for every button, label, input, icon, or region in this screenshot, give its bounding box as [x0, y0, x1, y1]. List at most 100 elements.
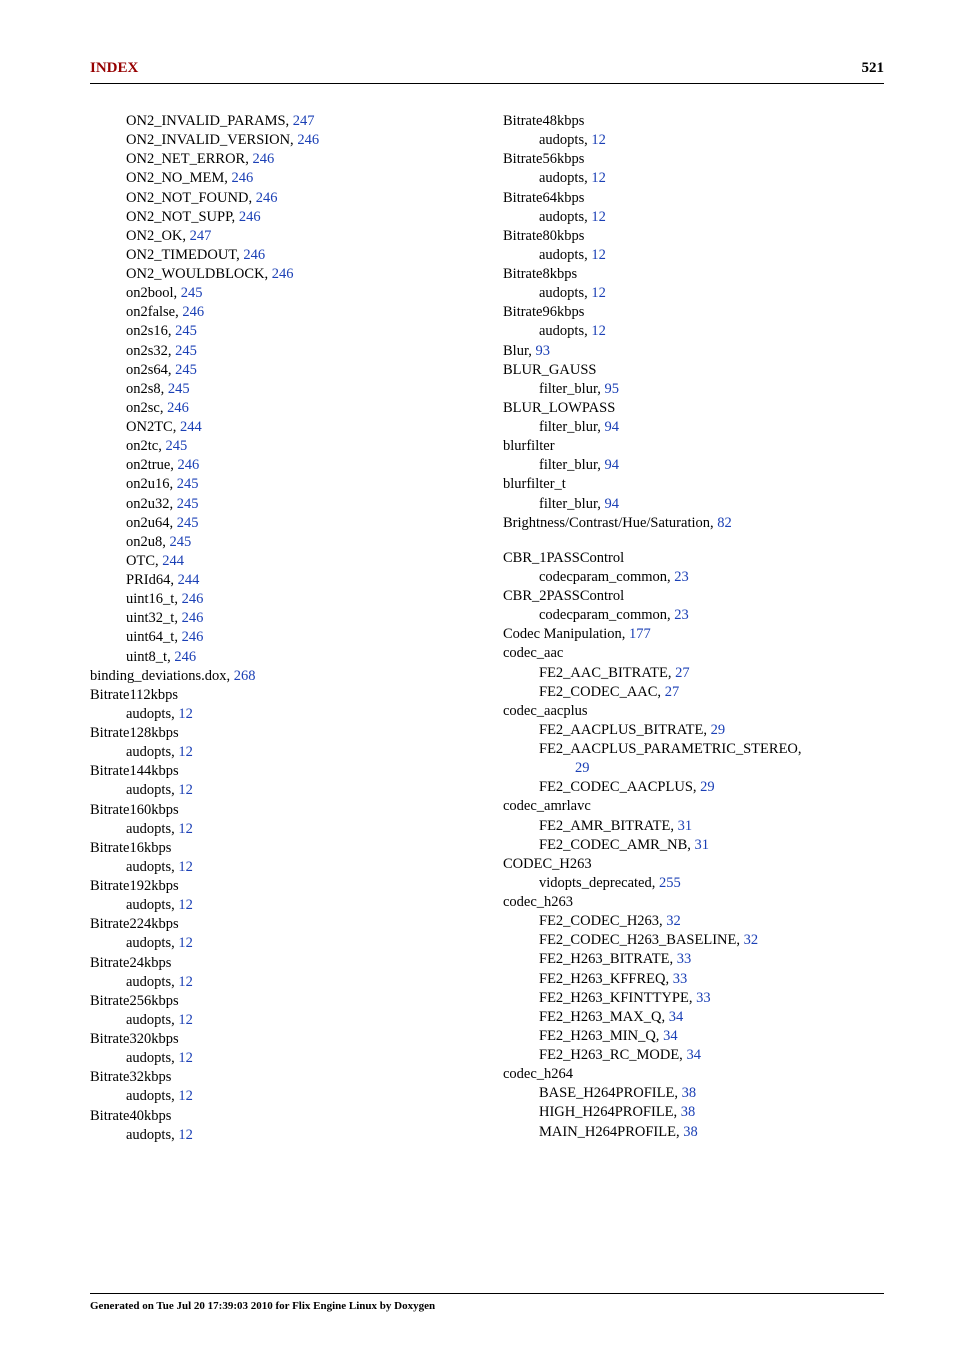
index-page-link[interactable]: 27: [675, 665, 690, 681]
index-entry: audopts, 12: [90, 781, 471, 800]
index-page-link[interactable]: 94: [604, 419, 619, 435]
index-entry: FE2_CODEC_AAC, 27: [503, 683, 884, 702]
index-entry: FE2_H263_RC_MODE, 34: [503, 1046, 884, 1065]
index-entry: on2sc, 246: [90, 399, 471, 418]
index-page-link[interactable]: 29: [575, 760, 590, 776]
index-page-link[interactable]: 247: [293, 113, 315, 129]
index-entry: FE2_H263_KFFREQ, 33: [503, 970, 884, 989]
index-page-link[interactable]: 38: [683, 1124, 698, 1140]
index-page-link[interactable]: 255: [659, 875, 681, 891]
index-page-link[interactable]: 244: [180, 419, 202, 435]
index-page-link[interactable]: 12: [178, 782, 193, 798]
index-page-link[interactable]: 246: [232, 170, 254, 186]
index-page-link[interactable]: 31: [678, 818, 693, 834]
index-page-link[interactable]: 177: [629, 626, 651, 642]
page: INDEX 521 ON2_INVALID_PARAMS, 247ON2_INV…: [0, 0, 954, 1350]
index-page-link[interactable]: 246: [182, 629, 204, 645]
index-page-link[interactable]: 94: [604, 496, 619, 512]
index-page-link[interactable]: 245: [175, 362, 197, 378]
index-page-link[interactable]: 246: [272, 266, 294, 282]
index-page-link[interactable]: 246: [174, 649, 196, 665]
index-page-link[interactable]: 245: [177, 496, 199, 512]
index-page-link[interactable]: 12: [178, 859, 193, 875]
index-page-link[interactable]: 38: [681, 1104, 696, 1120]
index-page-link[interactable]: 246: [182, 304, 204, 320]
index-term: FE2_H263_KFFREQ,: [539, 971, 673, 987]
index-page-link[interactable]: 38: [682, 1085, 697, 1101]
index-page-link[interactable]: 12: [178, 821, 193, 837]
index-entry: Bitrate56kbps: [503, 150, 884, 169]
index-page-link[interactable]: 245: [175, 323, 197, 339]
index-entry: on2true, 246: [90, 456, 471, 475]
index-page-link[interactable]: 27: [665, 684, 680, 700]
index-page-link[interactable]: 12: [591, 170, 606, 186]
index-page-link[interactable]: 34: [669, 1009, 684, 1025]
index-entry: codec_h263: [503, 893, 884, 912]
index-page-link[interactable]: 32: [744, 932, 759, 948]
index-term: audopts,: [126, 821, 178, 837]
index-page-link[interactable]: 246: [243, 247, 265, 263]
index-term: Bitrate144kbps: [90, 763, 179, 779]
index-page-link[interactable]: 246: [239, 209, 261, 225]
index-page-link[interactable]: 246: [297, 132, 319, 148]
index-page-link[interactable]: 33: [677, 951, 692, 967]
index-page-link[interactable]: 12: [591, 247, 606, 263]
index-page-link[interactable]: 95: [604, 381, 619, 397]
index-page-link[interactable]: 245: [175, 343, 197, 359]
index-page-link[interactable]: 245: [177, 476, 199, 492]
index-page-link[interactable]: 12: [178, 744, 193, 760]
index-page-link[interactable]: 29: [700, 779, 715, 795]
index-page-link[interactable]: 23: [674, 569, 689, 585]
index-term: on2false,: [126, 304, 182, 320]
index-page-link[interactable]: 12: [178, 706, 193, 722]
index-page-link[interactable]: 23: [674, 607, 689, 623]
index-page-link[interactable]: 12: [591, 209, 606, 225]
index-page-link[interactable]: 12: [178, 1050, 193, 1066]
index-term: FE2_CODEC_AACPLUS,: [539, 779, 700, 795]
index-page-link[interactable]: 244: [178, 572, 200, 588]
index-term: codec_h264: [503, 1066, 573, 1082]
index-page-link[interactable]: 246: [167, 400, 189, 416]
index-page-link[interactable]: 93: [535, 343, 550, 359]
index-page-link[interactable]: 12: [178, 1127, 193, 1143]
index-page-link[interactable]: 12: [178, 935, 193, 951]
index-page-link[interactable]: 245: [168, 381, 190, 397]
index-term: uint8_t,: [126, 649, 174, 665]
index-page-link[interactable]: 246: [252, 151, 274, 167]
index-page-link[interactable]: 246: [256, 190, 278, 206]
index-page-link[interactable]: 244: [162, 553, 184, 569]
index-entry: ON2_WOULDBLOCK, 246: [90, 265, 471, 284]
index-page-link[interactable]: 245: [177, 515, 199, 531]
index-entry: codec_aac: [503, 644, 884, 663]
index-term: codec_amrlavc: [503, 798, 591, 814]
index-term: on2s64,: [126, 362, 175, 378]
index-page-link[interactable]: 12: [178, 897, 193, 913]
index-page-link[interactable]: 245: [181, 285, 203, 301]
index-entry: audopts, 12: [90, 820, 471, 839]
index-page-link[interactable]: 94: [604, 457, 619, 473]
index-page-link[interactable]: 12: [591, 132, 606, 148]
index-page-link[interactable]: 31: [695, 837, 710, 853]
index-page-link[interactable]: 246: [178, 457, 200, 473]
index-page-link[interactable]: 245: [165, 438, 187, 454]
index-page-link[interactable]: 82: [717, 515, 732, 531]
index-page-link[interactable]: 12: [591, 285, 606, 301]
index-page-link[interactable]: 34: [686, 1047, 701, 1063]
index-page-link[interactable]: 246: [182, 610, 204, 626]
index-page-link[interactable]: 12: [591, 323, 606, 339]
index-page-link[interactable]: 12: [178, 1088, 193, 1104]
index-entry: Bitrate256kbps: [90, 992, 471, 1011]
index-page-link[interactable]: 34: [663, 1028, 678, 1044]
left-column: ON2_INVALID_PARAMS, 247ON2_INVALID_VERSI…: [90, 112, 471, 1145]
index-page-link[interactable]: 245: [170, 534, 192, 550]
index-term: binding_deviations.dox,: [90, 668, 234, 684]
index-page-link[interactable]: 29: [711, 722, 726, 738]
index-page-link[interactable]: 12: [178, 1012, 193, 1028]
index-page-link[interactable]: 32: [666, 913, 681, 929]
index-page-link[interactable]: 246: [182, 591, 204, 607]
index-page-link[interactable]: 33: [673, 971, 688, 987]
index-page-link[interactable]: 268: [234, 668, 256, 684]
index-page-link[interactable]: 33: [696, 990, 711, 1006]
index-page-link[interactable]: 247: [190, 228, 212, 244]
index-page-link[interactable]: 12: [178, 974, 193, 990]
